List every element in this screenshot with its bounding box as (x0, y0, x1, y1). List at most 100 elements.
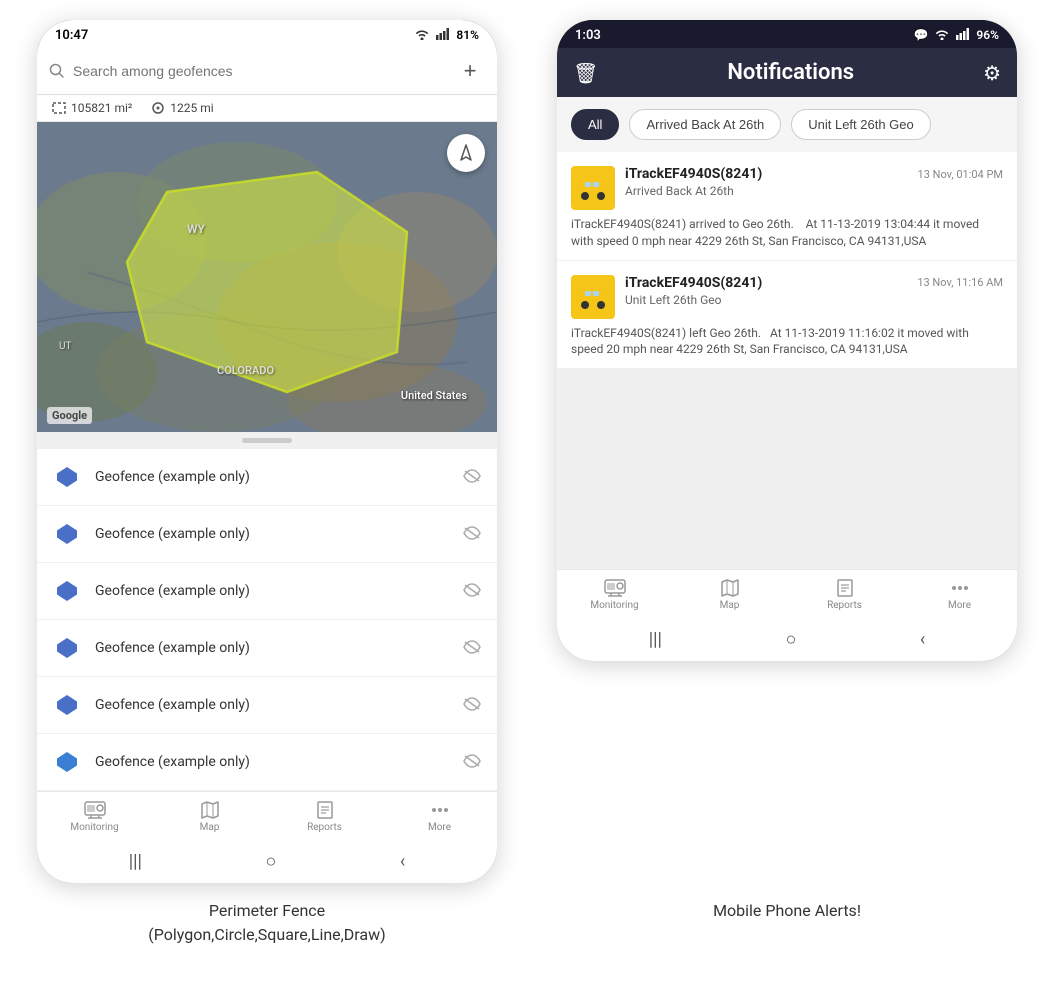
right-caption: Mobile Phone Alerts! (557, 899, 1017, 947)
left-sys-menu[interactable]: ||| (129, 851, 142, 872)
right-sys-home[interactable]: ○ (785, 629, 796, 650)
delete-icon[interactable]: 🗑 (573, 61, 598, 85)
left-status-bar: 10:47 81% (37, 20, 497, 48)
filter-tab-arrived[interactable]: Arrived Back At 26th (629, 109, 781, 140)
geofence-name-2: Geofence (example only) (95, 526, 449, 542)
left-bottom-nav: Monitoring Map Reports More (37, 791, 497, 839)
right-sys-back[interactable]: ‹ (920, 629, 925, 650)
list-item[interactable]: Geofence (example only) (37, 620, 497, 677)
list-item[interactable]: Geofence (example only) (37, 449, 497, 506)
filter-tab-left[interactable]: Unit Left 26th Geo (791, 109, 931, 140)
notification-card-2[interactable]: iTrackEF4940S(8241) 13 Nov, 11:16 AM Uni… (557, 261, 1017, 370)
notif-info-2: iTrackEF4940S(8241) 13 Nov, 11:16 AM Uni… (625, 275, 1003, 311)
left-sys-home[interactable]: ○ (265, 851, 276, 872)
notif-subtitle-1: Arrived Back At 26th (625, 184, 1003, 198)
filter-tabs: All Arrived Back At 26th Unit Left 26th … (557, 97, 1017, 152)
geofence-name-6: Geofence (example only) (95, 754, 449, 770)
right-monitoring-icon (603, 578, 627, 598)
left-phone-body: + 105821 mi² 1225 mi (37, 48, 497, 883)
left-phone: 10:47 81% + (37, 20, 497, 883)
notif-header-2: iTrackEF4940S(8241) 13 Nov, 11:16 AM Uni… (571, 275, 1003, 319)
add-geofence-button[interactable]: + (455, 56, 485, 86)
right-nav-monitoring[interactable]: Monitoring (557, 576, 672, 613)
search-input[interactable] (73, 63, 447, 79)
geofence-name-3: Geofence (example only) (95, 583, 449, 599)
eye-icon-6[interactable] (463, 753, 481, 772)
nav-more-label: More (428, 822, 451, 833)
map-area: WY United States COLORADO UT Google (37, 122, 497, 432)
geofence-name-5: Geofence (example only) (95, 697, 449, 713)
list-item[interactable]: Geofence (example only) (37, 563, 497, 620)
notif-title-row-2: iTrackEF4940S(8241) 13 Nov, 11:16 AM (625, 275, 1003, 291)
nav-more[interactable]: More (382, 798, 497, 835)
right-nav-map-label: Map (720, 600, 740, 611)
map-nav-button[interactable] (447, 134, 485, 172)
notif-subtitle-2: Unit Left 26th Geo (625, 293, 1003, 307)
nav-monitoring[interactable]: Monitoring (37, 798, 152, 835)
area-icon (51, 101, 67, 115)
right-more-icon (950, 578, 970, 598)
left-caption-text: Perimeter Fence(Polygon,Circle,Square,Li… (148, 901, 385, 944)
captions-row: Perimeter Fence(Polygon,Circle,Square,Li… (37, 899, 1017, 947)
right-caption-text: Mobile Phone Alerts! (713, 901, 861, 920)
right-battery: 96% (976, 28, 999, 42)
search-bar: + (37, 48, 497, 95)
area-stat: 105821 mi² (51, 101, 132, 115)
distance-stat: 1225 mi (150, 101, 213, 115)
notifications-list: iTrackEF4940S(8241) 13 Nov, 01:04 PM Arr… (557, 152, 1017, 569)
right-sys-menu[interactable]: ||| (649, 629, 662, 650)
nav-map[interactable]: Map (152, 798, 267, 835)
right-phone: 1:03 💬 96% 🗑 Notifications ⚙ Al (557, 20, 1017, 661)
left-caption: Perimeter Fence(Polygon,Circle,Square,Li… (37, 899, 497, 947)
stats-bar: 105821 mi² 1225 mi (37, 95, 497, 122)
right-time: 1:03 (575, 28, 601, 43)
area-value: 105821 mi² (71, 101, 132, 115)
monitoring-icon (83, 800, 107, 820)
notification-card-1[interactable]: iTrackEF4940S(8241) 13 Nov, 01:04 PM Arr… (557, 152, 1017, 261)
nav-map-label: Map (200, 822, 220, 833)
colorado-label: COLORADO (217, 364, 274, 377)
search-icon (49, 63, 65, 79)
geofence-name-1: Geofence (example only) (95, 469, 449, 485)
chat-icon: 💬 (913, 28, 928, 42)
geofence-icon-2 (53, 520, 81, 548)
notif-time-1: 13 Nov, 01:04 PM (918, 168, 1003, 181)
left-time: 10:47 (55, 28, 88, 43)
right-nav-more-label: More (948, 600, 971, 611)
notifications-header: 🗑 Notifications ⚙ (557, 48, 1017, 97)
right-nav-monitoring-label: Monitoring (590, 600, 638, 611)
car-avatar-1 (571, 166, 615, 210)
eye-icon-4[interactable] (463, 639, 481, 658)
left-signal-icon (436, 28, 450, 43)
list-item[interactable]: Geofence (example only) (37, 734, 497, 791)
nav-reports-label: Reports (307, 822, 342, 833)
right-signal-icon (956, 28, 970, 43)
eye-icon-2[interactable] (463, 525, 481, 544)
notif-body-1: iTrackEF4940S(8241) arrived to Geo 26th.… (571, 216, 1003, 250)
right-system-nav: ||| ○ ‹ (557, 617, 1017, 661)
more-icon (430, 800, 450, 820)
left-sys-back[interactable]: ‹ (400, 851, 405, 872)
geofence-list: Geofence (example only) Geofence (exampl… (37, 449, 497, 791)
settings-icon[interactable]: ⚙ (983, 61, 1001, 85)
notif-device-1: iTrackEF4940S(8241) (625, 166, 762, 182)
eye-icon-1[interactable] (463, 468, 481, 487)
notifications-title: Notifications (612, 60, 969, 85)
nav-reports[interactable]: Reports (267, 798, 382, 835)
right-nav-map[interactable]: Map (672, 576, 787, 613)
list-item[interactable]: Geofence (example only) (37, 506, 497, 563)
wy-label: WY (187, 222, 205, 236)
eye-icon-5[interactable] (463, 696, 481, 715)
notif-time-2: 13 Nov, 11:16 AM (917, 276, 1003, 289)
filter-tab-all[interactable]: All (571, 109, 619, 140)
scroll-indicator (242, 438, 292, 443)
right-nav-more[interactable]: More (902, 576, 1017, 613)
right-reports-icon (835, 578, 855, 598)
geofence-icon-3 (53, 577, 81, 605)
right-wifi-icon (934, 28, 950, 43)
ut-label: UT (59, 341, 71, 352)
right-nav-reports[interactable]: Reports (787, 576, 902, 613)
eye-icon-3[interactable] (463, 582, 481, 601)
left-system-nav: ||| ○ ‹ (37, 839, 497, 883)
list-item[interactable]: Geofence (example only) (37, 677, 497, 734)
